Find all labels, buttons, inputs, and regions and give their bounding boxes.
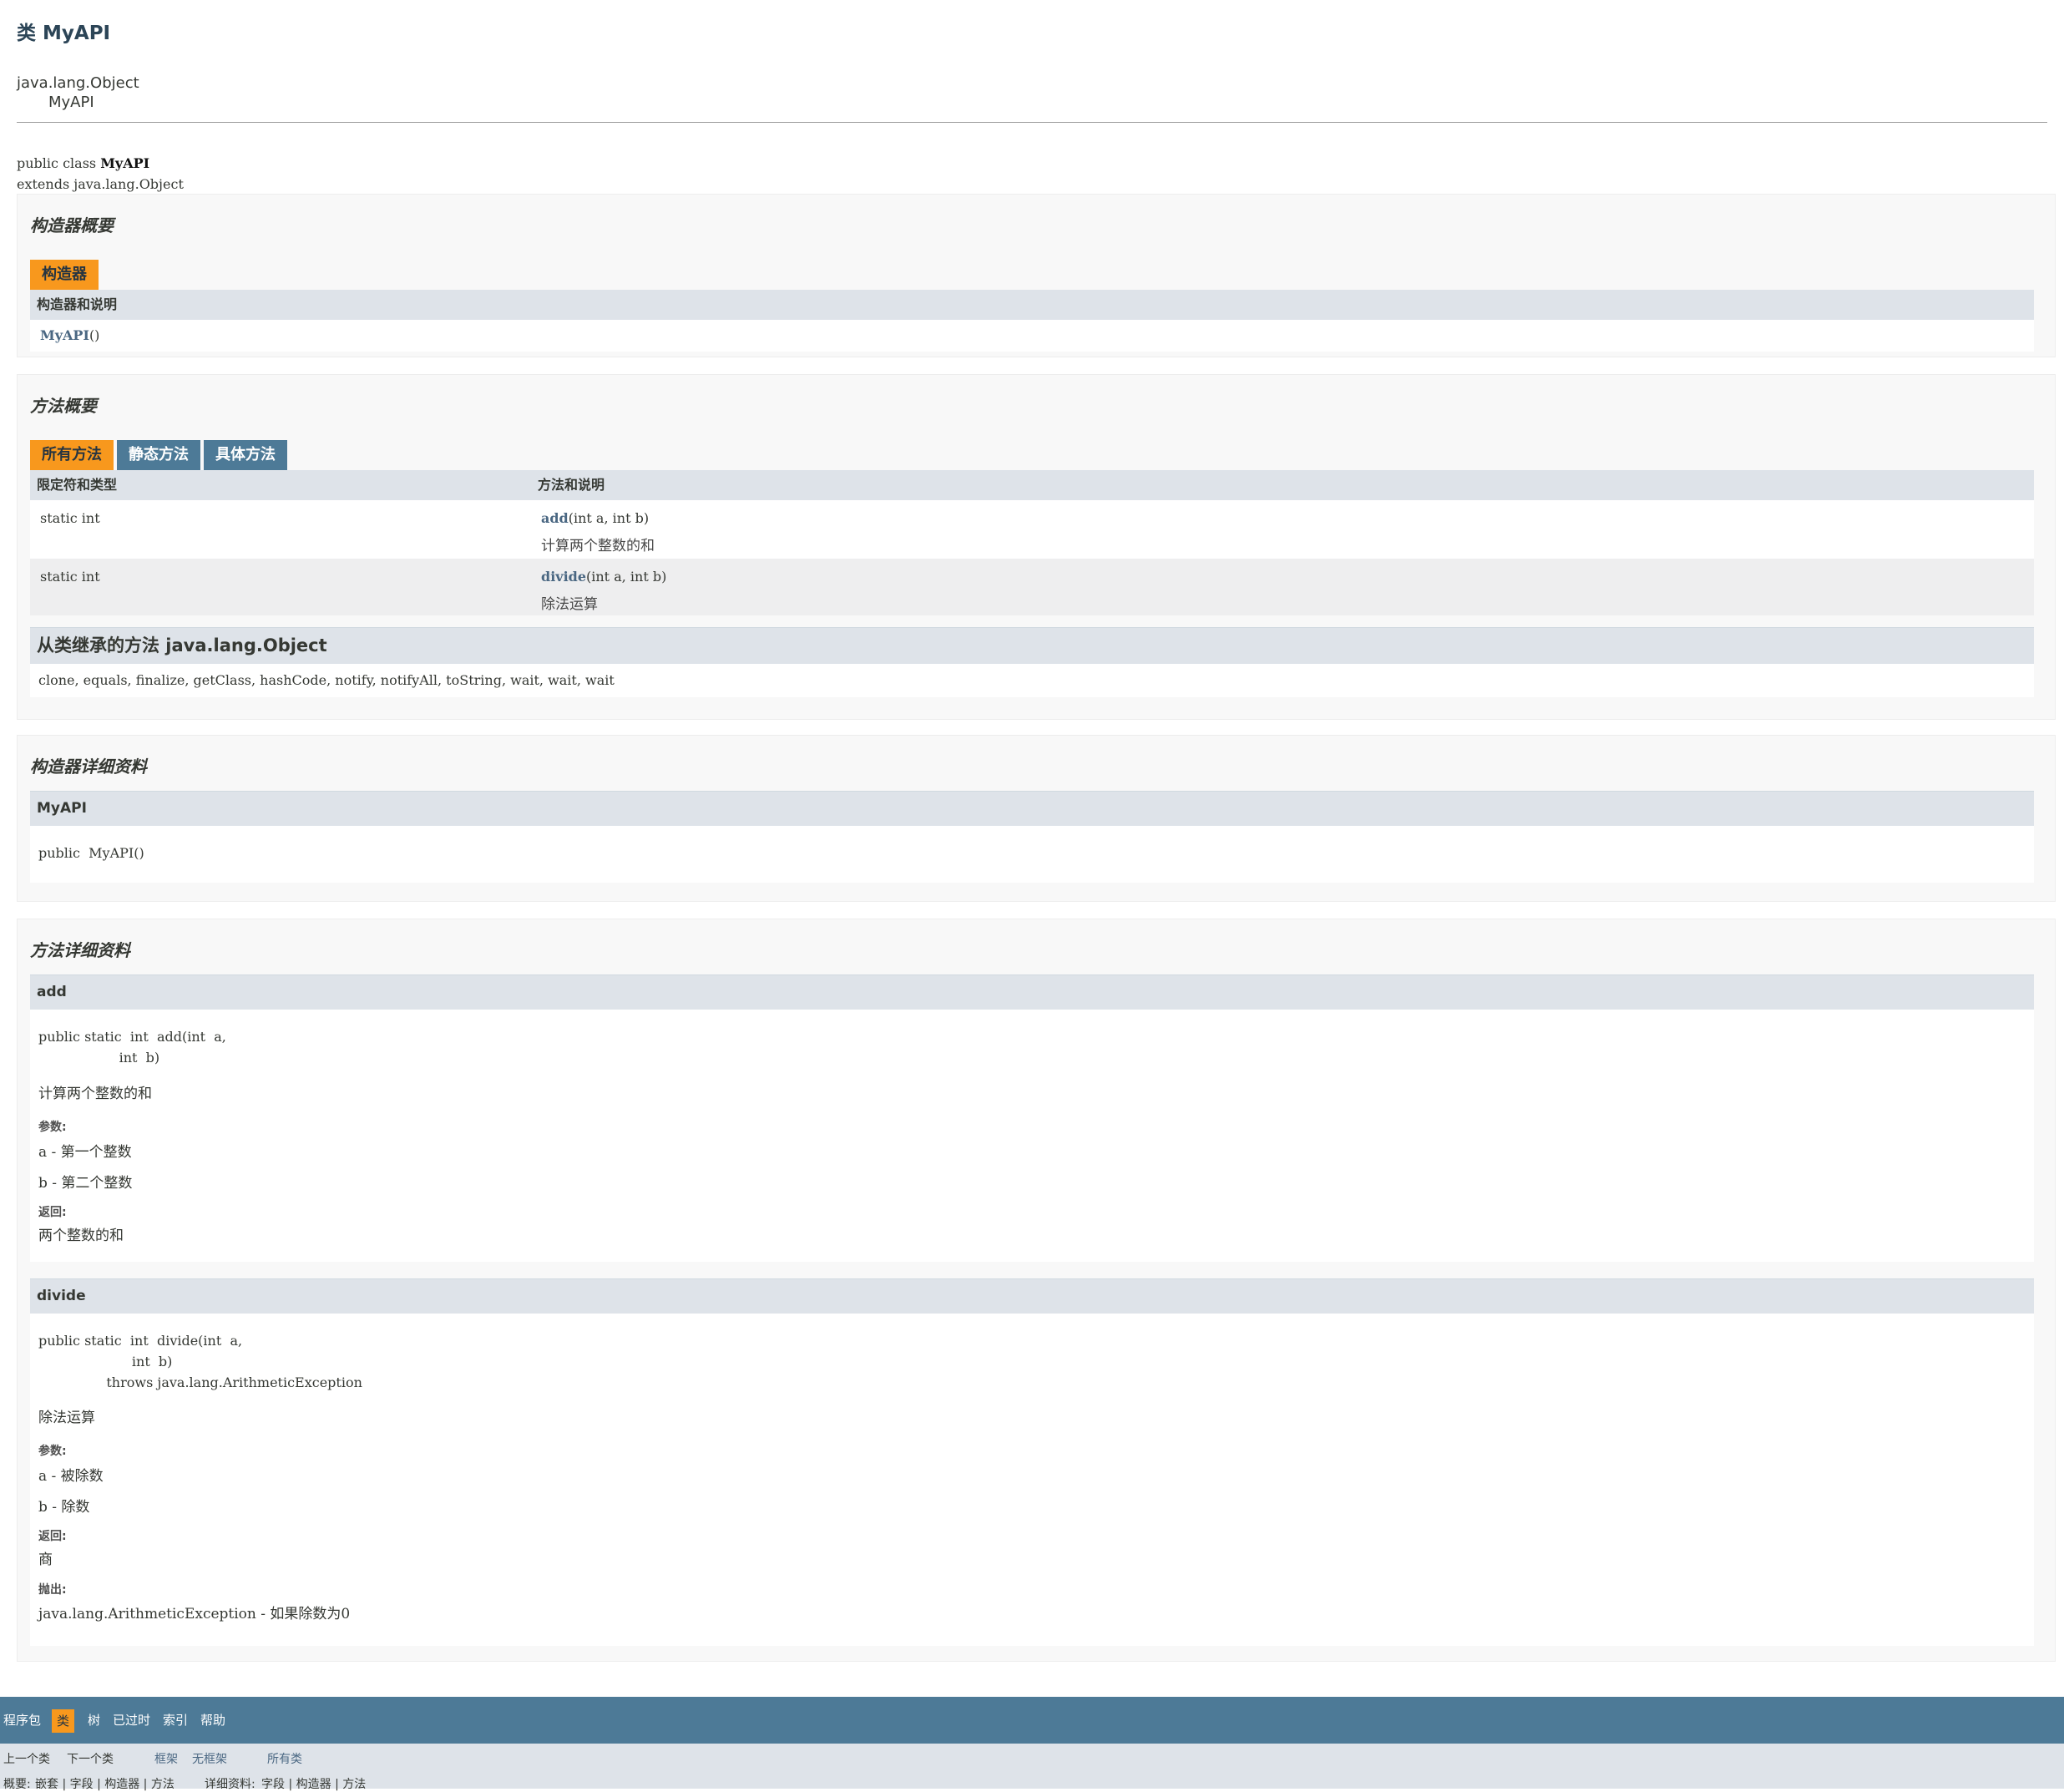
decl-prefix: public class — [17, 155, 101, 171]
table-row: static int add(int a, int b) 计算两个整数的和 — [30, 500, 2034, 559]
inherited-methods-header: 从类继承的方法 java.lang.Object — [30, 627, 2034, 664]
tab-all-methods[interactable]: 所有方法 — [30, 440, 114, 470]
nav-tree[interactable]: 树 — [88, 1697, 100, 1744]
decl-extends: extends java.lang.Object — [17, 176, 184, 192]
nav-detail-items[interactable]: 字段 | 构造器 | 方法 — [261, 1775, 366, 1792]
bottom-nav-bar: 程序包 类 树 已过时 索引 帮助 — [0, 1697, 2064, 1744]
method-col-modifier: 限定符和类型 — [37, 477, 118, 493]
divide-returns: 商 — [38, 1552, 53, 1568]
nav-class: 类 — [52, 1709, 75, 1733]
nav-index[interactable]: 索引 — [163, 1697, 188, 1744]
tab-constructors[interactable]: 构造器 — [30, 260, 99, 290]
inherited-methods-list: clone, equals, finalize, getClass, hashC… — [30, 664, 2034, 697]
nav-deprecated[interactable]: 已过时 — [113, 1697, 150, 1744]
method-desc: 除法运算 — [541, 596, 598, 613]
divide-description: 除法运算 — [38, 1410, 95, 1426]
method-desc: 计算两个整数的和 — [541, 538, 655, 554]
divide-throws: java.lang.ArithmeticException - 如果除数为0 — [38, 1606, 351, 1622]
table-row: static int divide(int a, int b) 除法运算 — [30, 559, 2034, 615]
method-params: (int a, int b) — [568, 510, 650, 526]
constructor-signature: public MyAPI() — [38, 845, 144, 861]
nav-help[interactable]: 帮助 — [200, 1697, 225, 1744]
nav-prev-class[interactable]: 上一个类 — [3, 1750, 50, 1767]
tab-static-methods[interactable]: 静态方法 — [117, 440, 200, 470]
constructor-detail-title: 构造器详细资料 — [30, 757, 147, 777]
method-table-header: 限定符和类型 方法和说明 — [30, 470, 2034, 500]
method-detail-divide-header: divide — [30, 1278, 2034, 1314]
constructor-detail-body: public MyAPI() — [30, 826, 2034, 883]
method-modifier: static int — [40, 510, 100, 526]
class-declaration: public class MyAPI extends java.lang.Obj… — [17, 153, 2047, 195]
constructor-link-myapi[interactable]: MyAPI — [40, 327, 89, 343]
method-summary-title: 方法概要 — [30, 396, 97, 416]
divide-signature: public static int divide(int a, int b) t… — [38, 1333, 362, 1390]
add-returns: 两个整数的和 — [38, 1228, 124, 1244]
add-returns-label: 返回: — [38, 1206, 67, 1219]
constructor-summary: 构造器概要 构造器 构造器和说明 MyAPI() — [17, 194, 2056, 357]
constructor-table-header: 构造器和说明 — [30, 290, 2034, 320]
header-divider — [17, 122, 2047, 123]
nav-summary-items[interactable]: 嵌套 | 字段 | 构造器 | 方法 — [35, 1775, 175, 1792]
class-header: 类 MyAPI java.lang.Object MyAPI public cl… — [0, 0, 2064, 195]
divide-param-a: a - 被除数 — [38, 1468, 104, 1485]
add-param-b: b - 第二个整数 — [38, 1175, 133, 1192]
method-link-add[interactable]: add — [541, 510, 569, 526]
divide-param-b: b - 除数 — [38, 1499, 90, 1516]
method-col-desc: 方法和说明 — [538, 477, 605, 493]
inheritance-root: java.lang.Object — [17, 74, 139, 92]
method-modifier: static int — [40, 569, 100, 585]
constructor-summary-title: 构造器概要 — [30, 215, 114, 235]
constructor-params: () — [89, 327, 100, 343]
inherited-methods[interactable]: clone, equals, finalize, getClass, hashC… — [30, 672, 615, 688]
add-description: 计算两个整数的和 — [38, 1086, 152, 1102]
divide-returns-label: 返回: — [38, 1530, 67, 1543]
page-title: 类 MyAPI — [17, 23, 111, 44]
nav-next-class[interactable]: 下一个类 — [67, 1750, 114, 1767]
nav-package[interactable]: 程序包 — [3, 1697, 41, 1744]
nav-all-classes[interactable]: 所有类 — [267, 1750, 302, 1767]
divide-throws-label: 抛出: — [38, 1583, 67, 1597]
method-detail: 方法详细资料 add public static int add(int a, … — [17, 919, 2056, 1662]
nav-summary-label: 概要: — [3, 1778, 31, 1791]
add-signature: public static int add(int a, int b) — [38, 1029, 226, 1066]
divide-params-label: 参数: — [38, 1445, 67, 1458]
constructor-detail-name: MyAPI — [30, 791, 2034, 826]
nav-detail-label: 详细资料: — [205, 1778, 255, 1791]
method-link-divide[interactable]: divide — [541, 569, 586, 585]
method-detail-add-header: add — [30, 974, 2034, 1010]
method-summary: 方法概要 所有方法 静态方法 具体方法 限定符和类型 方法和说明 static … — [17, 374, 2056, 720]
tab-concrete-methods[interactable]: 具体方法 — [204, 440, 287, 470]
constructor-detail: 构造器详细资料 MyAPI public MyAPI() — [17, 735, 2056, 902]
method-params: (int a, int b) — [586, 569, 667, 585]
add-params-label: 参数: — [38, 1121, 67, 1134]
nav-no-frames[interactable]: 无框架 — [192, 1750, 227, 1767]
table-row: MyAPI() — [30, 320, 2034, 352]
decl-class-name: MyAPI — [100, 155, 150, 171]
method-detail-divide: public static int divide(int a, int b) t… — [30, 1314, 2034, 1646]
bottom-subnav: 上一个类 下一个类 框架 无框架 所有类 概要: 嵌套 | 字段 | 构造器 |… — [0, 1744, 2064, 1792]
inheritance-child: MyAPI — [48, 94, 94, 111]
constructor-col-header: 构造器和说明 — [37, 296, 118, 312]
method-detail-add: public static int add(int a, int b) 计算两个… — [30, 1010, 2034, 1262]
method-detail-title: 方法详细资料 — [30, 940, 130, 960]
inheritance-tree: java.lang.Object MyAPI — [17, 73, 2047, 112]
nav-frames[interactable]: 框架 — [154, 1750, 178, 1767]
add-param-a: a - 第一个整数 — [38, 1144, 132, 1161]
